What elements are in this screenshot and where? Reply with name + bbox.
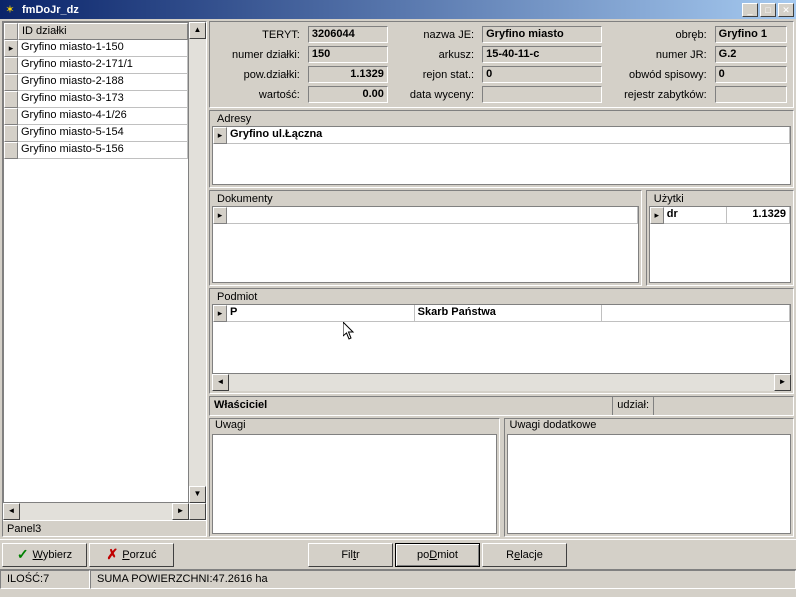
uwagi-textarea[interactable]: [212, 434, 497, 534]
vertical-scrollbar[interactable]: ▲ ▼: [189, 22, 206, 503]
numerjr-value: G.2: [715, 46, 787, 63]
udzial-value: [653, 397, 793, 415]
nazwaje-value: Gryfino miasto: [482, 26, 602, 43]
numer-dzialki-value: 150: [308, 46, 388, 63]
rejon-stat-value: 0: [482, 66, 602, 83]
scroll-right-icon[interactable]: ►: [172, 503, 189, 520]
column-header-id[interactable]: ID działki: [18, 23, 188, 40]
dokumenty-grid[interactable]: ▸: [212, 206, 639, 283]
udzial-label: udział:: [613, 397, 653, 415]
rejon-stat-label: rejon stat.:: [394, 69, 476, 81]
uzytki-type: dr: [664, 207, 727, 224]
dokumenty-fieldset: Dokumenty ▸: [209, 190, 642, 286]
podmiot-button[interactable]: poDmiot: [395, 543, 480, 567]
relacje-button[interactable]: Relacje: [482, 543, 567, 567]
obwod-value: 0: [715, 66, 787, 83]
wlasciciel-row: Właściciel udział:: [209, 396, 794, 416]
maximize-button[interactable]: □: [760, 3, 776, 17]
table-row[interactable]: ▸Gryfino miasto-1-150: [4, 40, 188, 57]
scroll-left-icon[interactable]: ◄: [212, 374, 229, 391]
podmiot-type: P: [227, 305, 415, 322]
obreb-value: Gryfino 1: [715, 26, 787, 43]
adresy-label: Adresy: [214, 113, 791, 125]
podmiot-grid[interactable]: ▸ P Skarb Państwa: [212, 304, 791, 374]
nazwaje-label: nazwa JE:: [394, 29, 476, 41]
status-bar: ILOŚĆ:7 SUMA POWIERZCHNI:47.2616 ha: [0, 569, 796, 589]
numerjr-label: numer JR:: [608, 49, 709, 61]
data-wyceny-label: data wyceny:: [394, 89, 476, 101]
uzytki-area: 1.1329: [727, 207, 790, 224]
adresy-row: Gryfino ul.Łączna: [227, 127, 790, 144]
horizontal-scrollbar[interactable]: ◄ ►: [3, 503, 206, 520]
pow-dzialki-value: 1.1329: [308, 66, 388, 83]
table-row[interactable]: Gryfino miasto-3-173: [4, 91, 188, 108]
teryt-label: TERYT:: [216, 29, 302, 41]
uwagi-dodatkowe-textarea[interactable]: [507, 434, 792, 534]
wartosc-label: wartość:: [216, 89, 302, 101]
adresy-fieldset: Adresy ▸ Gryfino ul.Łączna: [209, 110, 794, 188]
uwagi-label: Uwagi: [212, 419, 499, 431]
window-buttons: _ □ ✕: [740, 3, 794, 17]
uzytki-grid[interactable]: ▸ dr 1.1329: [649, 206, 791, 283]
uwagi-fieldset: Uwagi: [209, 418, 500, 537]
parcel-info-panel: TERYT: 3206044 nazwa JE: Gryfino miasto …: [209, 21, 794, 108]
uwagi-dodatkowe-label: Uwagi dodatkowe: [507, 419, 794, 431]
table-row[interactable]: Gryfino miasto-5-156: [4, 142, 188, 159]
status-count: ILOŚĆ:7: [0, 570, 90, 589]
table-row[interactable]: Gryfino miasto-4-1/26: [4, 108, 188, 125]
uzytki-label: Użytki: [651, 193, 791, 205]
teryt-value: 3206044: [308, 26, 388, 43]
table-row[interactable]: Gryfino miasto-2-171/1: [4, 57, 188, 74]
filtr-button[interactable]: Filtr: [308, 543, 393, 567]
uwagi-dodatkowe-fieldset: Uwagi dodatkowe: [504, 418, 795, 537]
podmiot-label: Podmiot: [214, 291, 791, 303]
podmiot-fieldset: Podmiot ▸ P Skarb Państwa ◄ ►: [209, 288, 794, 394]
scroll-right-icon[interactable]: ►: [774, 374, 791, 391]
left-panel: ID działki ▸Gryfino miasto-1-150 Gryfino…: [2, 21, 207, 537]
title-bar: ✶ fmDoJr_dz _ □ ✕: [0, 0, 796, 19]
adresy-grid[interactable]: ▸ Gryfino ul.Łączna: [212, 126, 791, 185]
window-title: fmDoJr_dz: [22, 4, 740, 16]
arkusz-value: 15-40-11-c: [482, 46, 602, 63]
porzuc-button[interactable]: ✗ Porzuć: [89, 543, 174, 567]
numer-dzialki-label: numer działki:: [216, 49, 302, 61]
table-row[interactable]: Gryfino miasto-2-188: [4, 74, 188, 91]
grid-corner: [4, 23, 18, 40]
x-icon: ✗: [107, 546, 119, 563]
arkusz-label: arkusz:: [394, 49, 476, 61]
pow-dzialki-label: pow.działki:: [216, 69, 302, 81]
scroll-down-icon[interactable]: ▼: [189, 486, 206, 503]
wartosc-value: 0.00: [308, 86, 388, 103]
check-icon: ✓: [17, 546, 29, 563]
parcel-list-grid[interactable]: ID działki ▸Gryfino miasto-1-150 Gryfino…: [3, 22, 189, 503]
status-sum: SUMA POWIERZCHNI:47.2616 ha: [90, 570, 796, 589]
button-bar: ✓ WWybierzybierz ✗ Porzuć Filtr poDmiot …: [0, 539, 796, 569]
dokumenty-label: Dokumenty: [214, 193, 639, 205]
rejestr-label: rejestr zabytków:: [608, 89, 709, 101]
dokumenty-row: [227, 207, 638, 224]
app-icon: ✶: [2, 2, 18, 18]
wybierz-button[interactable]: ✓ WWybierzybierz: [2, 543, 87, 567]
scroll-up-icon[interactable]: ▲: [189, 22, 206, 39]
obreb-label: obręb:: [608, 29, 709, 41]
wlasciciel-label: Właściciel: [210, 397, 613, 415]
table-row[interactable]: Gryfino miasto-5-154: [4, 125, 188, 142]
uzytki-fieldset: Użytki ▸ dr 1.1329: [646, 190, 794, 286]
data-wyceny-value: [482, 86, 602, 103]
rejestr-value: [715, 86, 787, 103]
minimize-button[interactable]: _: [742, 3, 758, 17]
podmiot-scrollbar[interactable]: ◄ ►: [212, 374, 791, 391]
podmiot-name: Skarb Państwa: [415, 305, 603, 322]
close-button[interactable]: ✕: [778, 3, 794, 17]
obwod-label: obwód spisowy:: [608, 69, 709, 81]
scroll-left-icon[interactable]: ◄: [3, 503, 20, 520]
right-panel: TERYT: 3206044 nazwa JE: Gryfino miasto …: [209, 21, 794, 537]
panel3-label: Panel3: [3, 520, 206, 536]
